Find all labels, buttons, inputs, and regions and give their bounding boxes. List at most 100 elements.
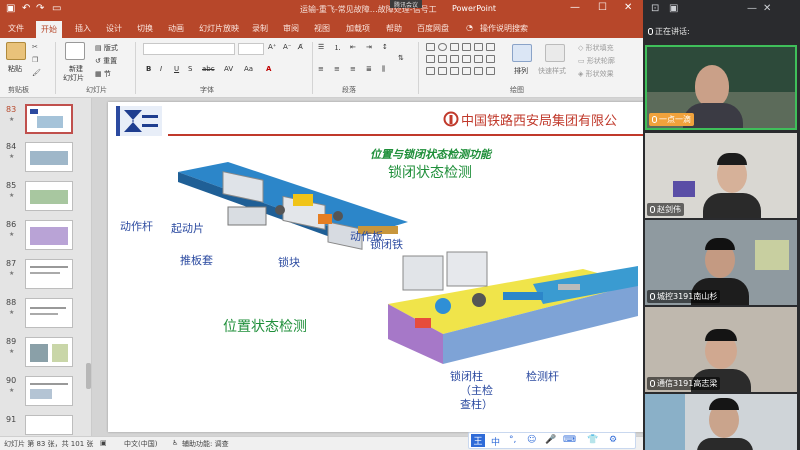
shape-outline-button[interactable]: ▭ 形状轮廓 [578,56,615,66]
cloud-shape-icon[interactable] [462,67,471,75]
current-slide[interactable]: 中国铁路西安局集团有限公 位置与锁闭状态检测功能 锁闭状态检测 位置状态检测 动… [108,102,643,432]
participant-video-tile[interactable]: 城控3191南山杉 [645,220,797,305]
shape-fill-button[interactable]: ◇ 形状填充 [578,43,614,53]
tab-insert[interactable]: 插入 [75,23,91,34]
tab-record[interactable]: 录制 [252,23,268,34]
thumbnail-scrollbar[interactable] [86,363,91,389]
ime-emoji-icon[interactable]: ☺ [527,435,536,445]
italic-button[interactable]: I [160,65,162,73]
tab-baidu[interactable]: 百度网盘 [417,23,449,34]
participant-video-tile[interactable]: 赵剑伟 [645,133,797,218]
tab-transitions[interactable]: 切换 [137,23,153,34]
tab-design[interactable]: 设计 [106,23,122,34]
block-arrow-shape-icon[interactable] [438,55,447,63]
participant-video-tile[interactable]: 通信3191高志梁 [645,307,797,392]
slide-thumbnail[interactable] [25,415,73,435]
lightbulb-icon[interactable]: ◔ [466,23,473,32]
font-size-box[interactable] [238,43,264,55]
tab-addins[interactable]: 加载项 [346,23,370,34]
shape-effects-button[interactable]: ◈ 形状效果 [578,69,614,79]
layout-button[interactable]: ▤ 版式 [95,43,118,53]
slide-thumbnail[interactable] [25,220,73,250]
tab-home[interactable]: 开始 [36,21,62,38]
arrange-icon[interactable] [512,44,532,62]
numbering-icon[interactable]: ⒈ [334,43,341,53]
collapse-icon[interactable]: ▣ [669,3,678,14]
minimize-icon[interactable]: — [570,2,580,13]
slide-thumbnail[interactable] [25,298,73,328]
ime-settings-icon[interactable]: ⚙ [609,435,617,445]
pentagon-shape-icon[interactable] [426,67,435,75]
columns-icon[interactable]: ⫼ [382,65,385,74]
font-name-box[interactable] [143,43,235,55]
bullets-icon[interactable]: ☰ [318,43,324,51]
accessibility-icon[interactable]: ♿ [172,439,178,447]
tab-review[interactable]: 审阅 [283,23,299,34]
shadow-button[interactable]: S [188,65,192,73]
tab-animations[interactable]: 动画 [168,23,184,34]
panel-close-icon[interactable]: ✕ [763,3,771,14]
undo-icon[interactable]: ↶ [22,3,30,14]
tell-me-search[interactable]: 操作说明搜索 [480,23,528,34]
bracket-shape-icon[interactable] [474,67,483,75]
char-spacing-button[interactable]: AV [224,65,233,73]
brace-shape-icon[interactable] [474,55,483,63]
justify-icon[interactable]: ≣ [366,65,372,73]
change-case-button[interactable]: Aa [244,65,253,73]
more-shapes-icon[interactable] [486,67,495,75]
rounded-rect-shape-icon[interactable] [426,55,435,63]
tab-slideshow[interactable]: 幻灯片放映 [199,23,239,34]
textbox-shape-icon[interactable] [450,43,459,51]
increase-indent-icon[interactable]: ⇥ [366,43,372,51]
slide-thumbnail[interactable] [25,259,73,289]
tab-help[interactable]: 帮助 [386,23,402,34]
section-button[interactable]: ▦ 节 [95,69,111,79]
shrink-font-icon[interactable]: A⁻ [283,43,291,51]
reset-button[interactable]: ↺ 重置 [95,56,117,66]
slide-thumbnail[interactable] [25,142,73,172]
decrease-indent-icon[interactable]: ⇤ [350,43,356,51]
ime-logo-icon[interactable]: 王 [471,434,485,447]
panel-minimize-icon[interactable]: — [747,3,757,14]
ime-punctuation-icon[interactable]: °, [509,435,516,445]
maximize-icon[interactable]: ☐ [598,2,607,13]
curve-shape-icon[interactable] [462,55,471,63]
arrange-button[interactable]: 排列 [514,66,528,76]
accessibility-status[interactable]: 辅助功能: 调查 [182,439,229,449]
bold-button[interactable]: B [146,65,151,73]
participant-video-tile[interactable]: 一点一滴 [645,45,797,130]
slide-thumbnail[interactable] [25,337,73,367]
new-slide-icon[interactable] [65,42,85,60]
underline-button[interactable]: U [174,65,179,73]
heart-shape-icon[interactable] [450,67,459,75]
oval-shape-icon[interactable] [438,43,447,51]
ime-chinese-toggle[interactable]: 中 [491,435,500,448]
align-right-icon[interactable]: ≡ [350,65,356,73]
flowchart-shape-icon[interactable] [486,55,495,63]
text-direction-icon[interactable]: ⇅ [398,54,404,62]
slide-thumbnail[interactable] [25,376,73,406]
tab-file[interactable]: 文件 [8,23,24,34]
callout-shape-icon[interactable] [438,67,447,75]
participant-video-tile[interactable] [645,394,797,450]
strikethrough-button[interactable]: abc [202,65,215,73]
save-icon[interactable]: ▣ [6,3,15,14]
paste-icon[interactable] [6,42,26,60]
redo-icon[interactable]: ↷ [36,3,44,14]
quick-styles-button[interactable]: 快速样式 [538,66,566,76]
present-icon[interactable]: ▭ [52,3,61,14]
grow-font-icon[interactable]: A⁺ [268,43,276,51]
clear-format-icon[interactable]: A̸ [298,43,303,51]
format-painter-icon[interactable]: 🖌 [32,69,41,77]
line-shape-icon[interactable] [462,43,471,51]
close-icon[interactable]: ✕ [624,2,632,13]
quick-styles-icon[interactable] [545,44,565,62]
spellcheck-icon[interactable]: ▣ [100,439,107,447]
paste-button[interactable]: 粘贴 [8,64,22,74]
language-status[interactable]: 中文(中国) [124,439,157,449]
star-shape-icon[interactable] [450,55,459,63]
align-left-icon[interactable]: ≡ [318,65,324,73]
align-center-icon[interactable]: ≡ [334,65,340,73]
ime-voice-icon[interactable]: 🎤 [545,435,556,445]
arrow-shape-icon[interactable] [474,43,483,51]
